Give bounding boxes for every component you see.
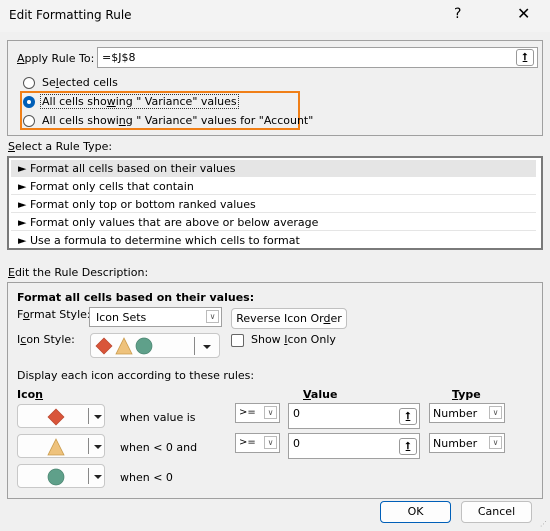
red-diamond-icon: [47, 408, 65, 426]
dropdown-arrow-icon: [94, 475, 102, 479]
dropdown-arrow-icon: [94, 415, 102, 419]
yellow-triangle-icon: [115, 337, 133, 355]
dropdown-arrow-icon: [94, 445, 102, 449]
green-circle-icon: [47, 468, 65, 486]
rule-type-item[interactable]: ► Format only values that are above or b…: [11, 214, 536, 231]
collapse-dialog-button[interactable]: ⭡: [399, 438, 417, 455]
apply-rule-input[interactable]: =$J$8 ⭡: [97, 47, 538, 68]
column-header-icon: Icon: [17, 388, 44, 401]
collapse-dialog-button[interactable]: ⭡: [399, 408, 417, 425]
chevron-down-icon: ∨: [489, 436, 502, 449]
apply-rule-value: =$J$8: [102, 51, 136, 64]
ok-button[interactable]: OK: [380, 501, 451, 523]
rule-type-item[interactable]: ► Format only cells that contain: [11, 178, 536, 195]
rule-1-condition: when value is: [120, 411, 196, 424]
rule-description-label: Edit the Rule Description:: [8, 266, 149, 279]
icon-set-preview: [95, 337, 153, 355]
red-diamond-icon: [95, 337, 113, 355]
display-rules-label: Display each icon according to these rul…: [17, 369, 255, 382]
rule-type-label: Select a Rule Type:: [8, 140, 113, 153]
column-header-value: Value: [303, 388, 338, 401]
close-button[interactable]: ✕: [517, 4, 530, 23]
help-button[interactable]: ?: [454, 6, 461, 22]
collapse-dialog-button[interactable]: ⭡: [516, 49, 534, 66]
apply-rule-label: Apply Rule To:: [17, 52, 95, 65]
yellow-triangle-icon: [47, 438, 65, 456]
operator-select-rule-2[interactable]: >= ∨: [235, 433, 280, 453]
chevron-down-icon: ∨: [489, 406, 502, 419]
icon-select-rule-1[interactable]: [17, 404, 105, 428]
dialog-title: Edit Formatting Rule: [9, 8, 132, 22]
icon-select-rule-3[interactable]: [17, 464, 105, 488]
reverse-icon-order-button[interactable]: Reverse Icon Order: [231, 308, 347, 329]
show-icon-only-label[interactable]: Show Icon Only: [251, 333, 336, 346]
rule-type-item[interactable]: ► Format only top or bottom ranked value…: [11, 196, 536, 213]
rule-3-condition: when < 0: [120, 471, 173, 484]
format-style-value: Icon Sets: [96, 311, 147, 324]
resize-grip-icon[interactable]: ⋰: [540, 520, 547, 528]
collapse-arrow-icon: ⭡: [522, 52, 528, 63]
collapse-arrow-icon: ⭡: [405, 411, 411, 422]
icon-style-select[interactable]: [90, 333, 220, 358]
value-input-rule-1[interactable]: 0 ⭡: [288, 403, 420, 429]
green-circle-icon: [135, 337, 153, 355]
radio-selected-cells-label[interactable]: Selected cells: [42, 76, 118, 89]
icon-select-rule-2[interactable]: [17, 434, 105, 458]
radio-all-cells-variance-account[interactable]: [23, 115, 35, 127]
description-heading: Format all cells based on their values:: [17, 291, 255, 304]
show-icon-only-checkbox[interactable]: [231, 334, 244, 347]
radio-all-cells-variance[interactable]: [23, 96, 35, 108]
rule-type-item[interactable]: ► Use a formula to determine which cells…: [11, 232, 536, 249]
rule-type-list: ► Format all cells based on their values…: [7, 156, 543, 250]
radio-all-cells-variance-account-label[interactable]: All cells showing " Variance" values for…: [42, 114, 313, 127]
radio-all-cells-variance-label[interactable]: All cells showing " Variance" values: [40, 94, 239, 109]
type-select-rule-1[interactable]: Number ∨: [429, 403, 505, 423]
dropdown-arrow-icon: [203, 345, 211, 349]
operator-select-rule-1[interactable]: >= ∨: [235, 403, 280, 423]
icon-style-label: Icon Style:: [17, 333, 75, 346]
format-style-select[interactable]: Icon Sets ∨: [89, 307, 222, 327]
rule-type-item[interactable]: ► Format all cells based on their values: [11, 160, 536, 177]
chevron-down-icon: ∨: [264, 406, 277, 419]
radio-selected-cells[interactable]: [23, 77, 35, 89]
chevron-down-icon: ∨: [264, 436, 277, 449]
format-style-label: Format Style:: [17, 308, 91, 321]
chevron-down-icon: ∨: [206, 310, 219, 323]
value-input-rule-2[interactable]: 0 ⭡: [288, 433, 420, 459]
rule-2-condition: when < 0 and: [120, 441, 198, 454]
column-header-type: Type: [452, 388, 481, 401]
collapse-arrow-icon: ⭡: [405, 441, 411, 452]
cancel-button[interactable]: Cancel: [461, 501, 532, 523]
type-select-rule-2[interactable]: Number ∨: [429, 433, 505, 453]
